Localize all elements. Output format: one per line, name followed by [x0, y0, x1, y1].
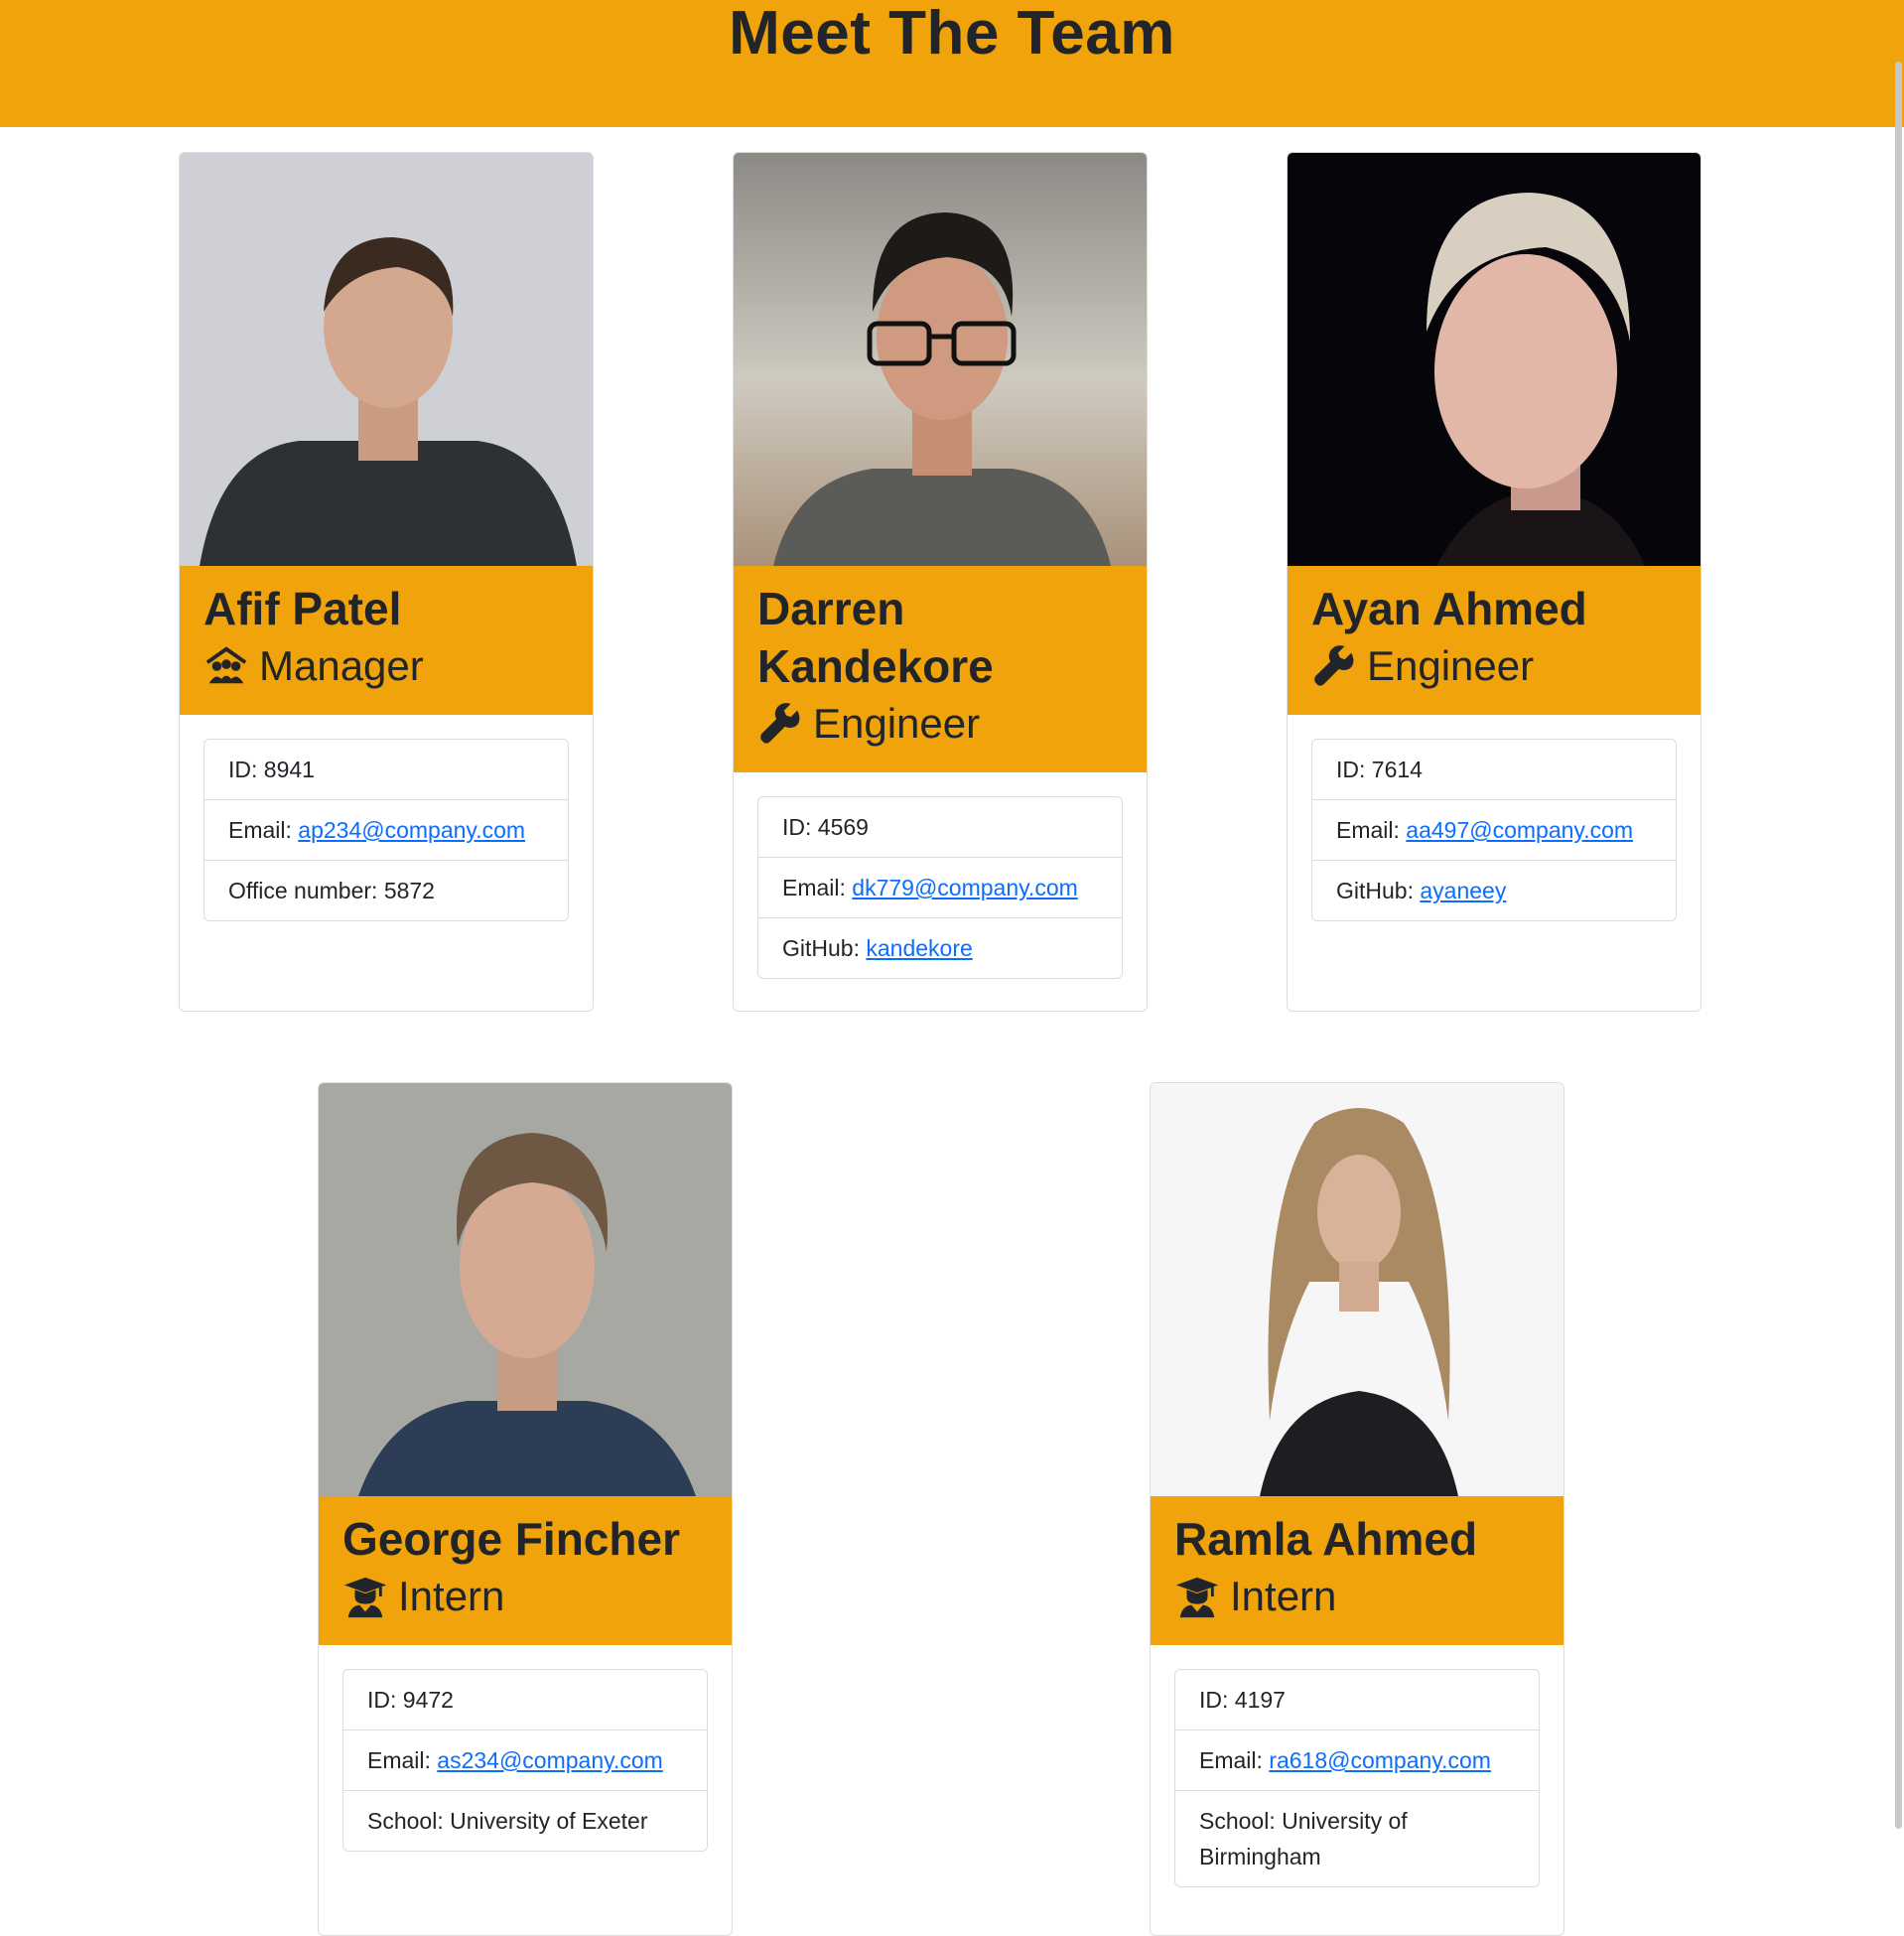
card-header: Ramla Ahmed Intern [1151, 1496, 1564, 1645]
employee-photo [734, 153, 1147, 566]
info-id: ID: 9472 [367, 1687, 454, 1713]
employee-card-darren-kandekore: Darren Kandekore Engineer ID: 4569 Email… [733, 152, 1148, 1012]
card-header: Darren Kandekore Engineer [734, 566, 1147, 772]
info-github: GitHub: kandekore [758, 917, 1122, 978]
employee-photo [1151, 1083, 1564, 1496]
vertical-scrollbar[interactable] [1895, 62, 1902, 1829]
info-list: ID: 4569 Email: dk779@company.com GitHub… [757, 796, 1123, 979]
info-list: ID: 8941 Email: ap234@company.com Office… [204, 739, 569, 921]
manager-people-icon [205, 646, 247, 684]
employee-card-afif-patel: Afif Patel Manager ID: 8941 Email: ap234… [179, 152, 594, 1012]
employee-name: Afif Patel [204, 583, 402, 634]
card-body: ID: 7614 Email: aa497@company.com GitHub… [1288, 715, 1700, 945]
employee-role: Engineer [1311, 637, 1677, 695]
role-label: Engineer [1367, 642, 1535, 689]
info-email: Email: aa497@company.com [1312, 799, 1676, 860]
card-header: Afif Patel Manager [180, 566, 593, 715]
github-link[interactable]: kandekore [866, 935, 972, 961]
info-github: GitHub: ayaneey [1312, 860, 1676, 920]
info-id: ID: 4197 [1199, 1687, 1286, 1713]
page-header: Meet The Team [0, 0, 1904, 127]
employee-photo [180, 153, 593, 566]
info-id: ID: 7614 [1336, 757, 1423, 782]
employee-role: Intern [342, 1568, 708, 1625]
info-office-number: Office number: 5872 [204, 860, 568, 920]
info-list: ID: 9472 Email: as234@company.com School… [342, 1669, 708, 1852]
employee-photo [319, 1083, 732, 1496]
card-body: ID: 4569 Email: dk779@company.com GitHub… [734, 772, 1147, 1003]
card-header: Ayan Ahmed Engineer [1288, 566, 1700, 715]
employee-photo [1288, 153, 1700, 566]
email-link[interactable]: ap234@company.com [298, 817, 525, 843]
employee-role: Manager [204, 637, 569, 695]
role-label: Engineer [813, 700, 981, 747]
card-body: ID: 9472 Email: as234@company.com School… [319, 1645, 732, 1875]
info-list: ID: 7614 Email: aa497@company.com GitHub… [1311, 739, 1677, 921]
info-school: School: University of Birmingham [1175, 1790, 1539, 1886]
info-email: Email: dk779@company.com [758, 857, 1122, 917]
email-link[interactable]: ra618@company.com [1269, 1747, 1491, 1773]
page-title: Meet The Team [729, 0, 1175, 68]
employee-name: Darren Kandekore [757, 583, 994, 692]
info-school: School: University of Exeter [343, 1790, 707, 1851]
card-header: George Fincher Intern [319, 1496, 732, 1645]
employee-card-george-fincher: George Fincher Intern ID: 9472 Email: as… [318, 1082, 733, 1936]
info-email: Email: ra618@company.com [1175, 1729, 1539, 1790]
employee-name: Ramla Ahmed [1174, 1513, 1478, 1565]
graduate-icon [343, 1577, 387, 1618]
github-link[interactable]: ayaneey [1420, 878, 1506, 903]
employee-role: Engineer [757, 695, 1123, 753]
role-label: Intern [398, 1573, 505, 1619]
info-list: ID: 4197 Email: ra618@company.com School… [1174, 1669, 1540, 1887]
wrench-icon [1314, 645, 1354, 686]
graduate-icon [1175, 1577, 1219, 1618]
wrench-icon [760, 703, 800, 744]
info-email: Email: ap234@company.com [204, 799, 568, 860]
email-link[interactable]: as234@company.com [437, 1747, 662, 1773]
card-body: ID: 4197 Email: ra618@company.com School… [1151, 1645, 1564, 1911]
info-id: ID: 8941 [228, 757, 315, 782]
employee-card-ayan-ahmed: Ayan Ahmed Engineer ID: 7614 Email: aa49… [1287, 152, 1701, 1012]
employee-name: Ayan Ahmed [1311, 583, 1587, 634]
role-label: Intern [1230, 1573, 1337, 1619]
employee-role: Intern [1174, 1568, 1540, 1625]
info-id: ID: 4569 [782, 814, 869, 840]
email-link[interactable]: aa497@company.com [1406, 817, 1633, 843]
employee-name: George Fincher [342, 1513, 680, 1565]
card-body: ID: 8941 Email: ap234@company.com Office… [180, 715, 593, 945]
employee-card-ramla-ahmed: Ramla Ahmed Intern ID: 4197 Email: ra618… [1150, 1082, 1564, 1936]
info-email: Email: as234@company.com [343, 1729, 707, 1790]
email-link[interactable]: dk779@company.com [852, 875, 1077, 900]
role-label: Manager [259, 642, 424, 689]
